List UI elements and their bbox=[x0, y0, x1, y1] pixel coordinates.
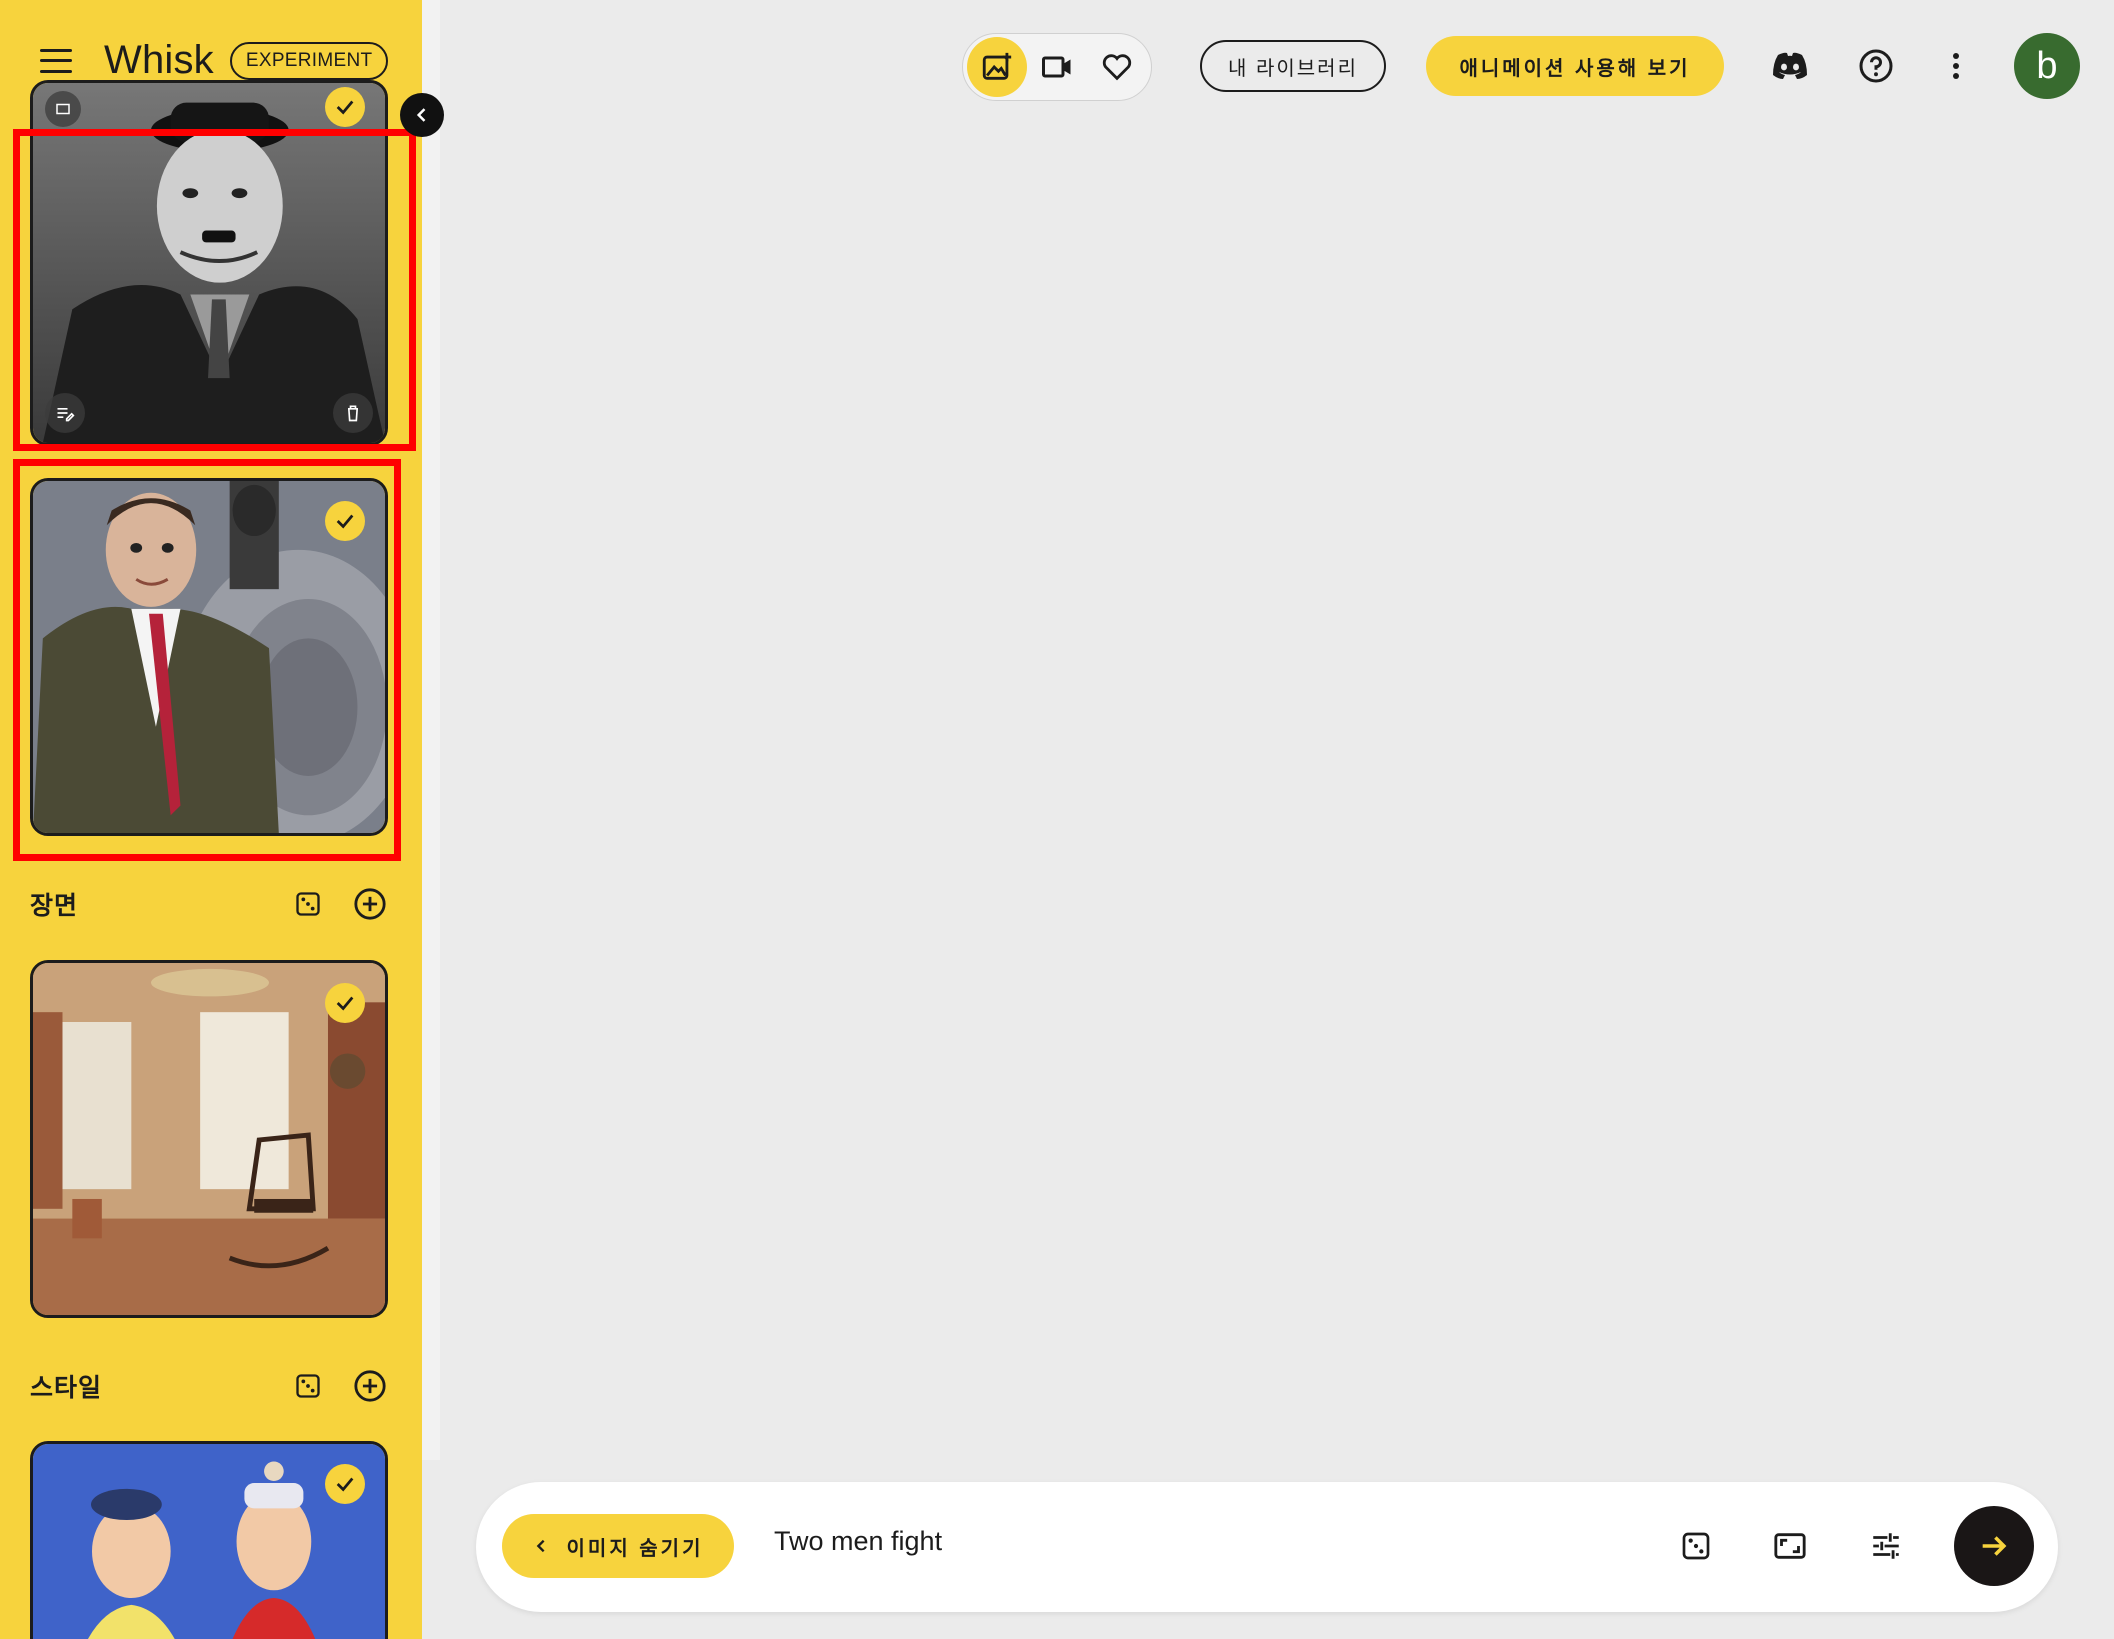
mode-switcher bbox=[962, 33, 1152, 101]
dice-icon[interactable] bbox=[288, 1366, 328, 1406]
add-circle-icon[interactable] bbox=[350, 1366, 390, 1406]
hide-images-label: 이미지 숨기기 bbox=[566, 1537, 704, 1560]
scene-card-room[interactable] bbox=[30, 960, 388, 1318]
help-icon[interactable] bbox=[1854, 44, 1898, 88]
sidebar-edge bbox=[422, 0, 440, 1460]
scene-section-header: 장면 bbox=[30, 882, 390, 926]
send-button[interactable] bbox=[1954, 1506, 2034, 1586]
sidebar: Whisk EXPERIMENT 장면 스타일 bbox=[0, 0, 422, 1639]
heart-icon[interactable] bbox=[1087, 37, 1147, 97]
style-card-puppets[interactable] bbox=[30, 1441, 388, 1639]
prompt-input[interactable]: Two men fight bbox=[774, 1526, 942, 1557]
tune-icon[interactable] bbox=[1864, 1524, 1908, 1568]
chevron-left-icon bbox=[416, 108, 426, 122]
aspect-ratio-icon[interactable] bbox=[1768, 1524, 1812, 1568]
prompt-composer: 이미지 숨기기 Two men fight bbox=[476, 1482, 2058, 1612]
edit-icon[interactable] bbox=[45, 91, 81, 127]
avatar[interactable]: b bbox=[2014, 33, 2080, 99]
arrow-forward-icon bbox=[1982, 1536, 2007, 1556]
check-icon[interactable] bbox=[325, 1464, 365, 1504]
video-icon[interactable] bbox=[1027, 37, 1087, 97]
check-icon[interactable] bbox=[325, 87, 365, 127]
check-icon[interactable] bbox=[325, 983, 365, 1023]
check-icon[interactable] bbox=[325, 501, 365, 541]
hide-images-button[interactable]: 이미지 숨기기 bbox=[502, 1514, 734, 1578]
dice-icon[interactable] bbox=[288, 884, 328, 924]
experiment-badge: EXPERIMENT bbox=[229, 41, 389, 80]
section-title-style: 스타일 bbox=[30, 1374, 103, 1402]
menu-icon[interactable] bbox=[40, 48, 72, 73]
section-title-scene: 장면 bbox=[30, 892, 79, 920]
more-vert-icon[interactable] bbox=[1934, 44, 1978, 88]
my-library-button[interactable]: 내 라이브러리 bbox=[1200, 40, 1386, 92]
add-circle-icon[interactable] bbox=[350, 884, 390, 924]
subject-card-mr-bean[interactable] bbox=[30, 478, 388, 836]
chaplin-photo bbox=[33, 83, 385, 443]
try-animation-button[interactable]: 애니메이션 사용해 보기 bbox=[1426, 36, 1724, 96]
subject-card-chaplin[interactable] bbox=[30, 80, 388, 446]
app-name: Whisk bbox=[104, 38, 214, 82]
brand: Whisk EXPERIMENT bbox=[40, 38, 389, 83]
add-image-icon[interactable] bbox=[967, 37, 1027, 97]
dice-icon[interactable] bbox=[1674, 1524, 1718, 1568]
collapse-sidebar-button[interactable] bbox=[400, 93, 444, 137]
chevron-left-icon bbox=[536, 1539, 545, 1553]
discord-icon[interactable] bbox=[1768, 44, 1812, 88]
style-section-header: 스타일 bbox=[30, 1364, 390, 1408]
delete-icon[interactable] bbox=[333, 393, 373, 433]
edit-caption-icon[interactable] bbox=[45, 393, 85, 433]
